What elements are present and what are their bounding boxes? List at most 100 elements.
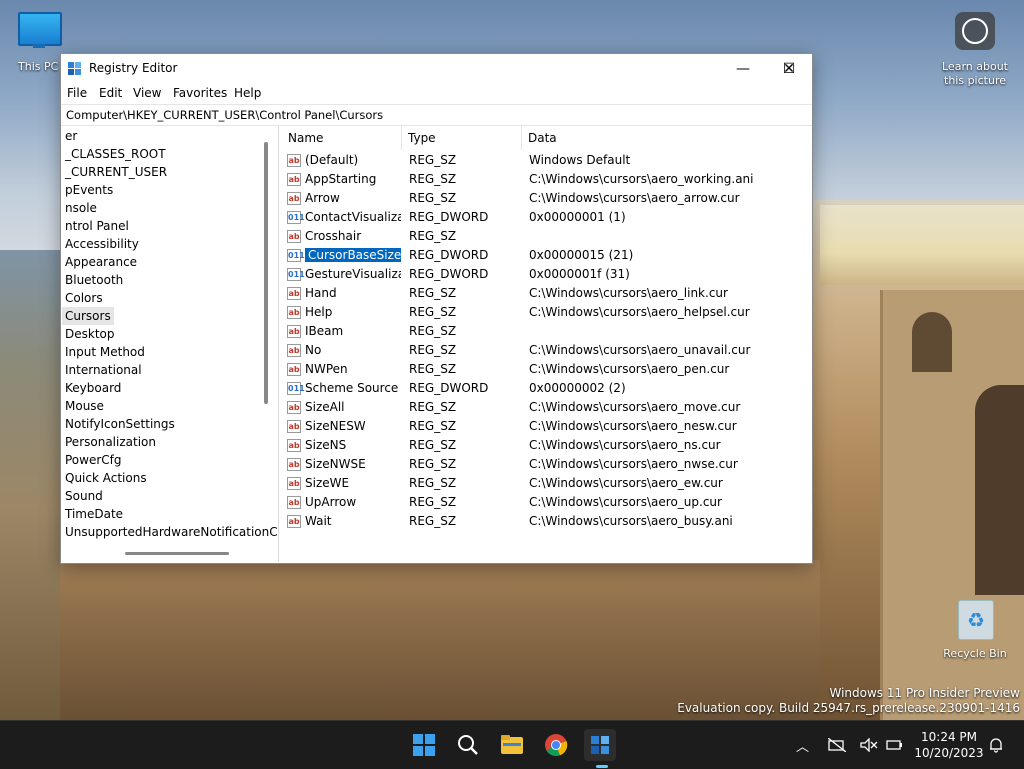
- tree-item-personalization[interactable]: Personalization: [65, 433, 156, 451]
- value-type: REG_SZ: [409, 286, 457, 300]
- tree-item-hkey-current-user[interactable]: _CURRENT_USER: [65, 163, 167, 181]
- tree-item-powercfg[interactable]: PowerCfg: [65, 451, 122, 469]
- table-row[interactable]: ab SizeNS REG_SZ C:\Windows\cursors\aero_ns…: [282, 436, 811, 455]
- taskbar-clock[interactable]: 10:24 PM 10/20/2023: [912, 729, 986, 761]
- value-type: REG_SZ: [409, 172, 457, 186]
- key-tree-pane[interactable]: er _CLASSES_ROOT _CURRENT_USER pEvents n…: [61, 126, 279, 562]
- tree-item[interactable]: er: [65, 127, 77, 145]
- string-value-icon: ab: [287, 515, 301, 528]
- binary-value-icon: 011: [287, 382, 305, 395]
- recycle-bin-icon: ♻: [958, 600, 994, 640]
- value-data: C:\Windows\cursors\aero_up.cur: [529, 495, 722, 509]
- show-hidden-icons-chevron-up-icon[interactable]: ︿: [796, 721, 809, 769]
- menu-view[interactable]: View: [133, 86, 161, 100]
- string-value-icon: ab: [287, 458, 301, 471]
- table-row[interactable]: ab No REG_SZ C:\Windows\cursors\aero_unavai…: [282, 341, 811, 360]
- battery-icon[interactable]: [886, 721, 904, 769]
- column-header-name[interactable]: Name: [282, 126, 402, 150]
- table-row[interactable]: ab Help REG_SZ C:\Windows\cursors\aero_help…: [282, 303, 811, 322]
- address-bar[interactable]: Computer\HKEY_CURRENT_USER\Control Panel…: [61, 104, 812, 126]
- column-header-data[interactable]: Data: [522, 126, 811, 150]
- value-name-cell: SizeWE: [305, 474, 401, 493]
- tree-item-quick-actions[interactable]: Quick Actions: [65, 469, 147, 487]
- string-value-icon: ab: [287, 363, 301, 376]
- table-row[interactable]: 011 Scheme Source REG_DWORD 0x00000002 (2): [282, 379, 811, 398]
- volume-muted-icon[interactable]: [860, 721, 878, 769]
- minimize-button[interactable]: —: [720, 54, 766, 84]
- notification-bell-icon[interactable]: [988, 721, 1004, 769]
- table-row[interactable]: 011GestureVisualiza... REG_DWORD 0x0000001…: [282, 265, 811, 284]
- tree-item-mouse[interactable]: Mouse: [65, 397, 104, 415]
- wallpaper-bridge-arch: [912, 312, 952, 372]
- value-name-cell: Hand: [305, 284, 401, 303]
- value-name-cell: ContactVisualiza...: [305, 208, 401, 227]
- windows-start-icon[interactable]: [408, 729, 440, 761]
- registry-editor-window[interactable]: Registry Editor — ☐ ✕ File Edit View Fav…: [60, 53, 813, 564]
- value-name-cell: CursorBaseSize: [305, 246, 401, 265]
- tree-item-keyboard[interactable]: Keyboard: [65, 379, 121, 397]
- table-row[interactable]: ab Wait REG_SZ C:\Windows\cursors\aero_busy…: [282, 512, 811, 531]
- table-row[interactable]: ab IBeam REG_SZ: [282, 322, 811, 341]
- value-data: C:\Windows\cursors\aero_move.cur: [529, 400, 741, 414]
- tree-item-cursors[interactable]: Cursors: [62, 307, 114, 325]
- chrome-icon[interactable]: [540, 729, 572, 761]
- tree-item-colors[interactable]: Colors: [65, 289, 103, 307]
- tree-item-notifyiconsettings[interactable]: NotifyIconSettings: [65, 415, 175, 433]
- tree-item-unsupportedhardware[interactable]: UnsupportedHardwareNotificationCa: [65, 523, 278, 541]
- value-name-cell: (Default): [305, 151, 401, 170]
- value-data: C:\Windows\cursors\aero_unavail.cur: [529, 343, 751, 357]
- registry-editor-icon[interactable]: [584, 729, 616, 761]
- value-name: SizeNS: [305, 438, 347, 452]
- table-row[interactable]: ab NWPen REG_SZ C:\Windows\cursors\aero_pen…: [282, 360, 811, 379]
- table-row[interactable]: ab UpArrow REG_SZ C:\Windows\cursors\aero_u…: [282, 493, 811, 512]
- tree-item-hkey-classes-root[interactable]: _CLASSES_ROOT: [65, 145, 166, 163]
- evaluation-watermark: Windows 11 Pro Insider Preview Evaluatio…: [677, 686, 1020, 716]
- tree-item-timedate[interactable]: TimeDate: [65, 505, 123, 523]
- table-row[interactable]: ab Crosshair REG_SZ: [282, 227, 811, 246]
- tree-item-appevents[interactable]: pEvents: [65, 181, 113, 199]
- table-row[interactable]: ab AppStarting REG_SZ C:\Windows\cursors\ae…: [282, 170, 811, 189]
- table-row[interactable]: ab (Default) REG_SZ Windows Default: [282, 151, 811, 170]
- desktop-icon-label: Learn about this picture: [942, 60, 1008, 87]
- table-row[interactable]: ab SizeWE REG_SZ C:\Windows\cursors\aero_ew…: [282, 474, 811, 493]
- value-name-cell: Scheme Source: [305, 379, 401, 398]
- tree-vertical-scrollbar[interactable]: [264, 142, 268, 404]
- column-header-type[interactable]: Type: [402, 126, 522, 150]
- watermark-line: Evaluation copy. Build 25947.rs_prerelea…: [677, 701, 1020, 715]
- network-disconnected-icon[interactable]: [828, 721, 846, 769]
- table-row[interactable]: ab SizeNWSE REG_SZ C:\Windows\cursors\aero_…: [282, 455, 811, 474]
- wallpaper-town: [820, 205, 1024, 285]
- tree-item-sound[interactable]: Sound: [65, 487, 103, 505]
- string-value-icon: ab: [287, 344, 301, 357]
- menu-help[interactable]: Help: [234, 86, 261, 100]
- close-button[interactable]: ✕: [766, 54, 812, 84]
- value-name-cell: UpArrow: [305, 493, 401, 512]
- values-list-pane[interactable]: Name Type Data ab (Default) REG_SZ Windows …: [282, 126, 811, 562]
- tree-item-accessibility[interactable]: Accessibility: [65, 235, 139, 253]
- tree-item-input-method[interactable]: Input Method: [65, 343, 145, 361]
- tree-item-console[interactable]: nsole: [65, 199, 97, 217]
- table-row[interactable]: ab Arrow REG_SZ C:\Windows\cursors\aero_arr…: [282, 189, 811, 208]
- table-row[interactable]: ab Hand REG_SZ C:\Windows\cursors\aero_link…: [282, 284, 811, 303]
- value-type: REG_SZ: [409, 229, 457, 243]
- string-value-icon: ab: [287, 173, 301, 186]
- menu-edit[interactable]: Edit: [99, 86, 122, 100]
- table-row[interactable]: 011ContactVisualiza... REG_DWORD 0x0000000…: [282, 208, 811, 227]
- table-row[interactable]: ab SizeNESW REG_SZ C:\Windows\cursors\aero_…: [282, 417, 811, 436]
- tree-item-bluetooth[interactable]: Bluetooth: [65, 271, 123, 289]
- table-row[interactable]: 011 CursorBaseSize REG_DWORD 0x00000015 (21…: [282, 246, 811, 265]
- value-data: C:\Windows\cursors\aero_pen.cur: [529, 362, 730, 376]
- tree-horizontal-scrollbar[interactable]: [125, 552, 229, 555]
- search-icon[interactable]: [452, 729, 484, 761]
- value-name: CursorBaseSize: [305, 248, 401, 262]
- menu-file[interactable]: File: [67, 86, 87, 100]
- menu-favorites[interactable]: Favorites: [173, 86, 227, 100]
- value-name-cell: NWPen: [305, 360, 401, 379]
- tree-item-international[interactable]: International: [65, 361, 142, 379]
- tree-item-desktop[interactable]: Desktop: [65, 325, 115, 343]
- tree-item-control-panel[interactable]: ntrol Panel: [65, 217, 129, 235]
- table-row[interactable]: ab SizeAll REG_SZ C:\Windows\cursors\aero_m…: [282, 398, 811, 417]
- file-explorer-icon[interactable]: [496, 729, 528, 761]
- tree-item-appearance[interactable]: Appearance: [65, 253, 137, 271]
- title-bar[interactable]: Registry Editor — ☐ ✕: [61, 54, 812, 84]
